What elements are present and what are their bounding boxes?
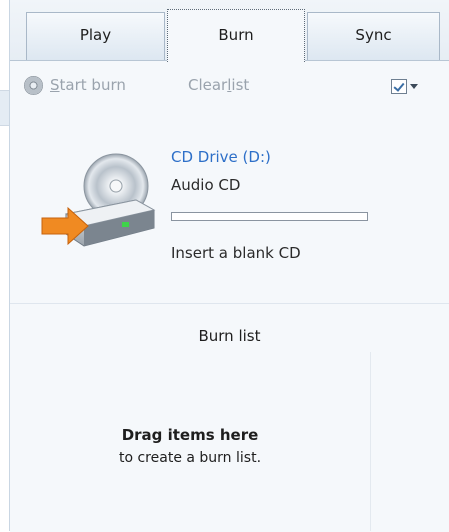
tab-strip: Play Burn Sync	[10, 0, 449, 62]
pane-splitter-notch[interactable]	[0, 90, 9, 126]
section-divider	[10, 303, 449, 304]
disc-icon	[24, 75, 43, 95]
list-pane: Play Burn Sync Start burn Clear l ist CD…	[10, 0, 449, 532]
drive-status-text: Insert a blank CD	[171, 244, 301, 262]
clear-list-label-end: ist	[231, 76, 250, 94]
library-pane-edge	[0, 0, 10, 531]
start-burn-button[interactable]: Start burn	[24, 73, 126, 97]
list-column-separator	[370, 352, 371, 531]
chevron-down-icon	[410, 83, 418, 89]
list-options-button[interactable]	[391, 76, 427, 96]
start-burn-access-key: S	[50, 76, 60, 94]
checkbox-list-icon	[391, 78, 407, 94]
clear-list-label-start: Clear	[188, 76, 228, 94]
empty-list-subtitle: to create a burn list.	[118, 450, 262, 466]
burn-progress-bar	[171, 212, 368, 221]
empty-list-title: Drag items here	[121, 426, 259, 444]
drive-name-link[interactable]: CD Drive (D:)	[171, 148, 271, 166]
tab-burn[interactable]: Burn	[167, 9, 305, 62]
tab-play[interactable]: Play	[26, 12, 165, 60]
burn-toolbar: Start burn Clear l ist	[10, 61, 449, 109]
tab-sync[interactable]: Sync	[307, 12, 440, 60]
clear-list-button[interactable]: Clear l ist	[188, 73, 249, 97]
media-type-label: Audio CD	[171, 176, 241, 194]
start-burn-label: tart burn	[59, 76, 126, 94]
burn-list-title: Burn list	[198, 327, 261, 345]
